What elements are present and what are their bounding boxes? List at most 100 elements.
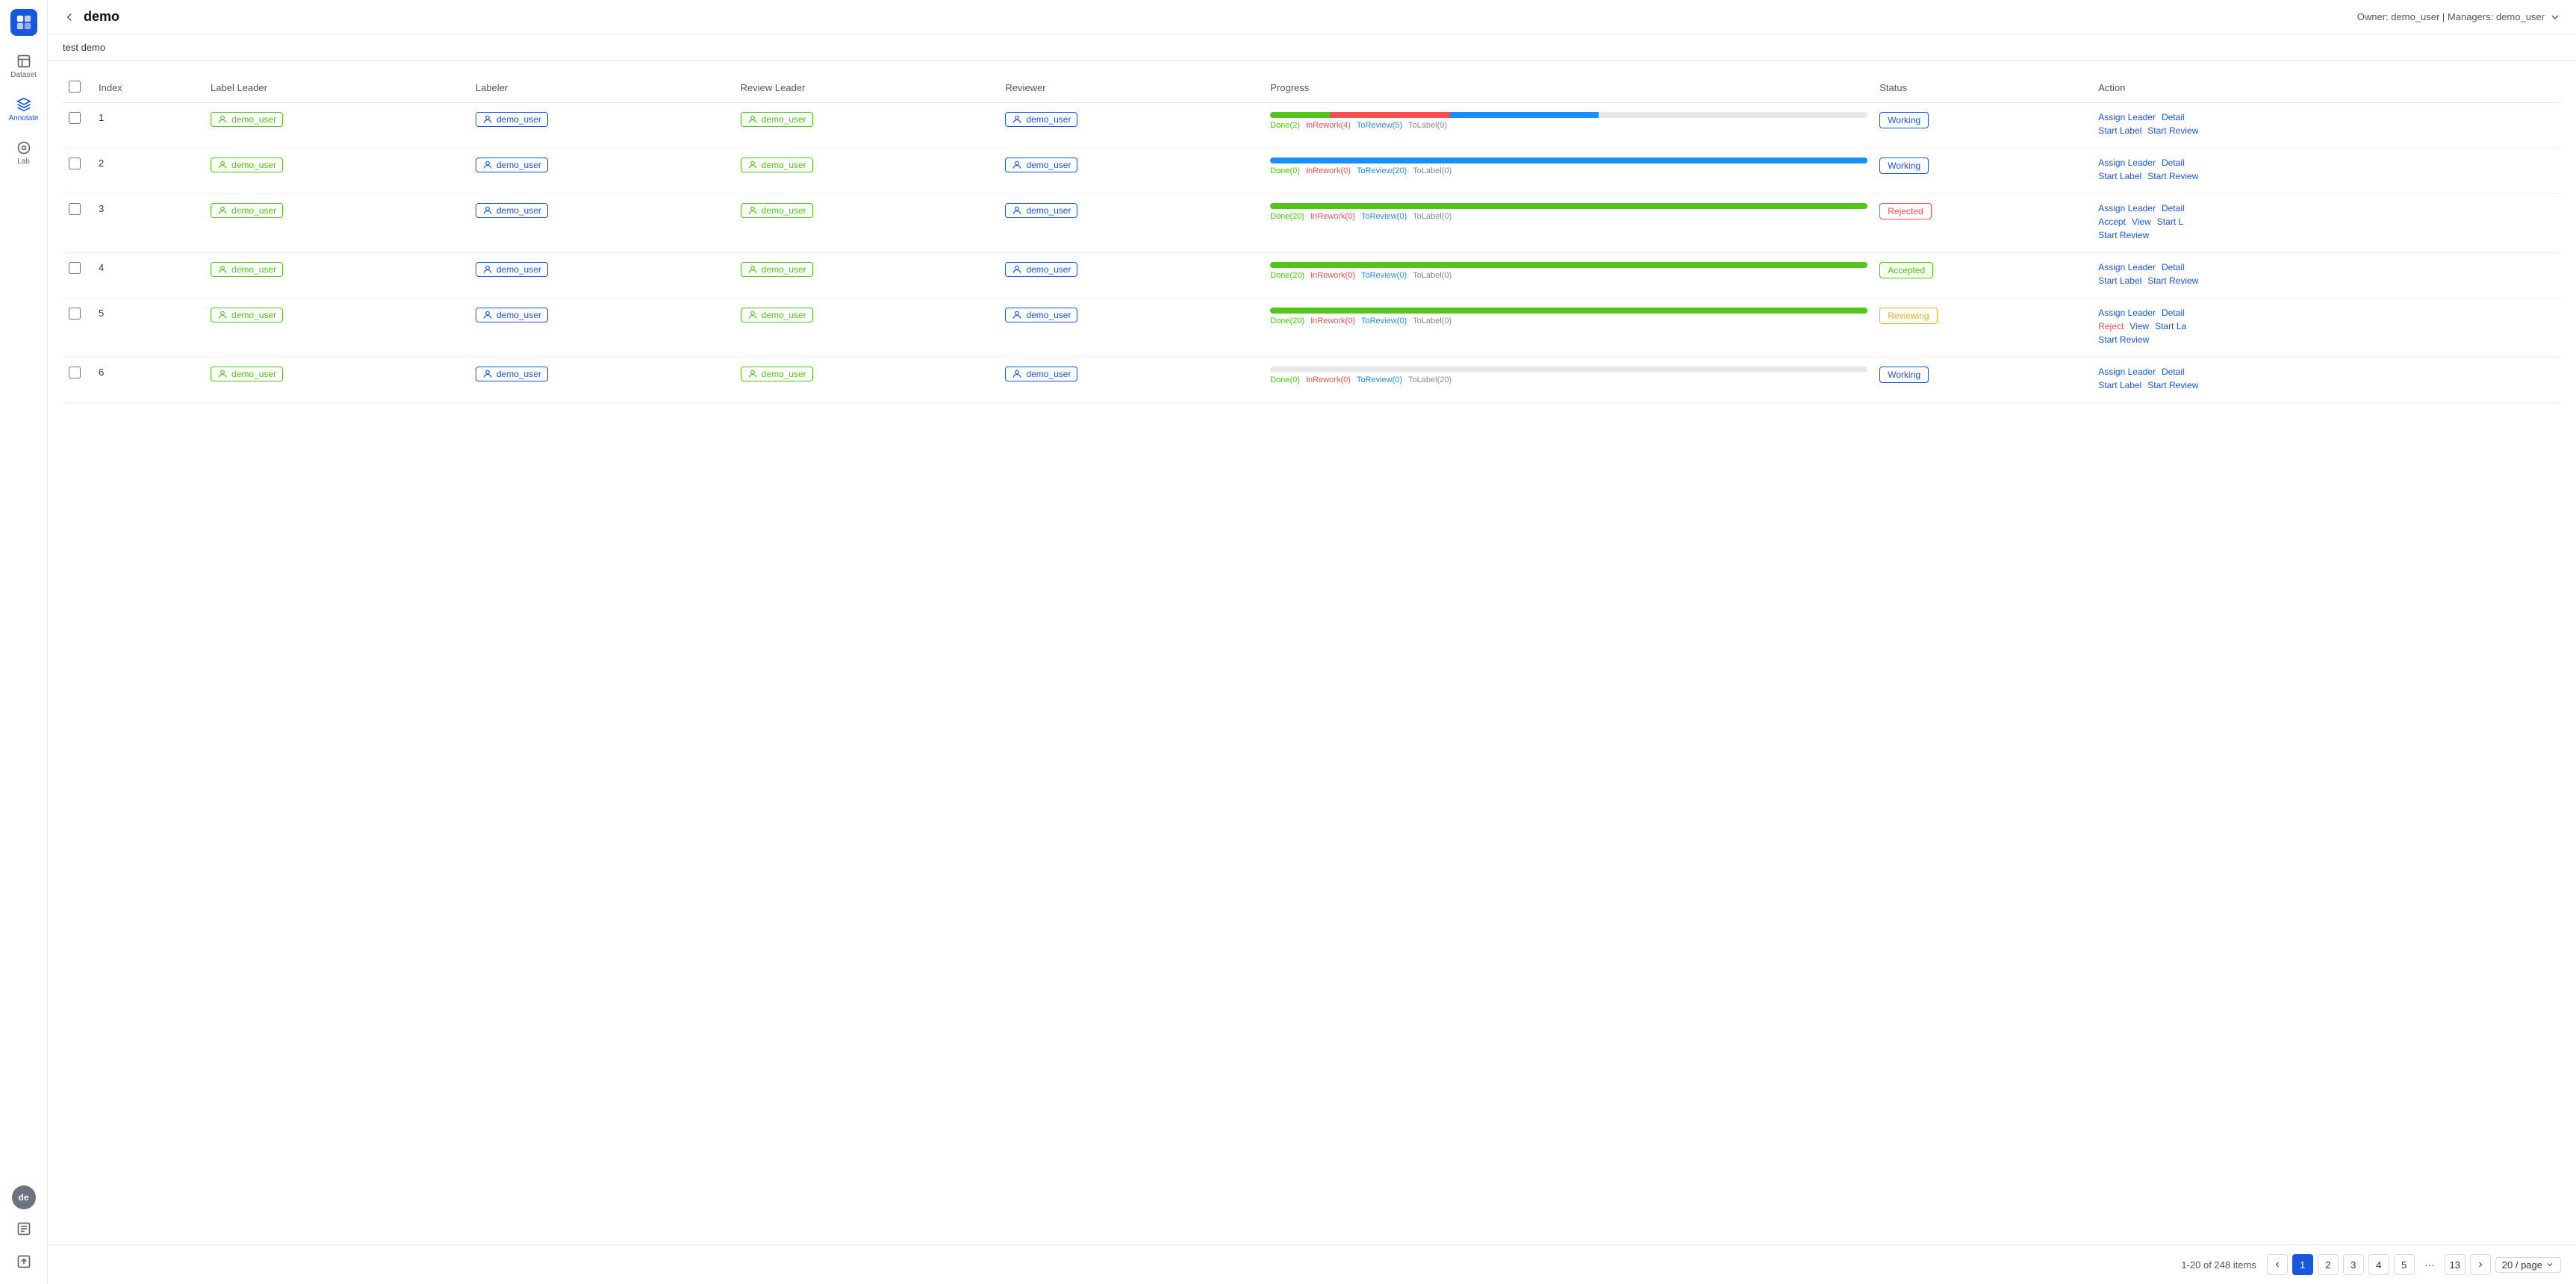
done-label: Done(0) [1270,166,1300,175]
table-row: 4 demo_user demo_user demo_user demo_use… [63,253,2561,299]
back-button[interactable] [63,10,76,24]
action-link[interactable]: Assign Leader [2098,203,2156,214]
progress-labels: Done(0) InRework(0) ToReview(20) ToLabel… [1270,166,1867,175]
row-checkbox[interactable] [69,308,81,320]
user-tag: demo_user [476,158,548,172]
pagination-summary: 1-20 of 248 items [2181,1259,2256,1271]
reviewer-cell: demo_user [999,253,1264,299]
user-icon [1012,310,1022,320]
user-tag: demo_user [741,158,813,172]
row-checkbox[interactable] [69,367,81,378]
header-owner-info[interactable]: Owner: demo_user | Managers: demo_user [2357,11,2561,23]
label-leader-cell: demo_user [205,358,470,403]
page-button-4[interactable]: 4 [2368,1254,2389,1275]
action-link[interactable]: Start Label [2098,380,2141,390]
page-button-1[interactable]: 1 [2292,1254,2313,1275]
action-link[interactable]: Detail [2162,308,2185,318]
rework-label: InRework(0) [1310,317,1355,325]
action-link[interactable]: Start Review [2147,171,2198,181]
action-link[interactable]: Detail [2162,367,2185,377]
action-link[interactable]: View [2132,216,2151,227]
prev-page-button[interactable] [2267,1254,2288,1275]
user-tag: demo_user [476,112,548,127]
col-reviewer: Reviewer [999,73,1264,103]
review-leader-cell: demo_user [735,253,1000,299]
action-link[interactable]: Start Review [2098,334,2149,345]
user-icon [747,160,758,170]
page-button-2[interactable]: 2 [2318,1254,2339,1275]
user-tag: demo_user [1005,158,1077,172]
status-badge: Accepted [1879,262,1933,278]
action-link[interactable]: Start Review [2147,380,2198,390]
action-link[interactable]: Assign Leader [2098,112,2156,122]
sidebar-item-export[interactable] [4,1248,43,1275]
progress-bar [1270,203,1867,209]
action-link[interactable]: Accept [2098,216,2126,227]
label-leader-cell: demo_user [205,103,470,149]
user-tag: demo_user [211,262,283,277]
action-link[interactable]: Assign Leader [2098,262,2156,272]
action-link[interactable]: Detail [2162,112,2185,122]
user-tag: demo_user [741,308,813,322]
select-all-checkbox[interactable] [69,81,81,93]
sidebar-item-lab-label: Lab [17,158,30,166]
progress-bar [1270,112,1867,118]
reviewer-cell: demo_user [999,358,1264,403]
sidebar-item-annotate[interactable]: Annotate [4,91,43,128]
tolabel-label: ToLabel(0) [1413,271,1452,280]
page-size-selector[interactable]: 20 / page [2495,1257,2561,1273]
sidebar-item-lab[interactable]: Lab [4,134,43,172]
action-link[interactable]: Start Review [2147,275,2198,286]
action-link[interactable]: Start Review [2098,230,2149,240]
user-tag: demo_user [211,308,283,322]
label-leader-cell: demo_user [205,253,470,299]
page-button-13[interactable]: 13 [2445,1254,2465,1275]
action-link[interactable]: Detail [2162,262,2185,272]
row-checkbox[interactable] [69,262,81,274]
table-container[interactable]: Index Label Leader Labeler Review Leader… [48,61,2576,1244]
sidebar-item-reports[interactable] [4,1215,43,1242]
action-link[interactable]: Detail [2162,158,2185,168]
sidebar-item-dataset[interactable]: Dataset [4,48,43,85]
action-link[interactable]: Start Label [2098,275,2141,286]
row-checkbox[interactable] [69,112,81,124]
chevron-down-icon [2549,11,2561,23]
action-link[interactable]: Start L [2157,216,2183,227]
page-button-3[interactable]: 3 [2343,1254,2364,1275]
owner-text: Owner: demo_user | Managers: demo_user [2357,11,2545,22]
select-all-header [63,73,93,103]
action-cell: Assign Leader Detail Start Label Start Revi… [2092,358,2561,403]
user-tag: demo_user [476,203,548,218]
page-size-label: 20 / page [2502,1259,2542,1271]
done-label: Done(20) [1270,212,1304,221]
action-link[interactable]: Reject [2098,321,2124,331]
action-link[interactable]: View [2129,321,2149,331]
reviewer-cell: demo_user [999,194,1264,253]
action-link[interactable]: Detail [2162,203,2185,214]
row-checkbox[interactable] [69,158,81,169]
action-link[interactable]: Start Label [2098,171,2141,181]
row-checkbox[interactable] [69,203,81,215]
user-icon [747,114,758,125]
page-button-5[interactable]: 5 [2394,1254,2415,1275]
progress-review [1449,112,1599,118]
row-index: 6 [93,358,205,403]
action-link[interactable]: Start Label [2098,125,2141,136]
table-row: 5 demo_user demo_user demo_user demo_use… [63,299,2561,358]
action-link[interactable]: Assign Leader [2098,158,2156,168]
action-link[interactable]: Start La [2155,321,2186,331]
action-link[interactable]: Assign Leader [2098,308,2156,318]
action-link[interactable]: Start Review [2147,125,2198,136]
app-logo[interactable] [10,9,37,36]
action-link[interactable]: Assign Leader [2098,367,2156,377]
sidebar: Dataset Annotate Lab de [0,0,48,1284]
sub-header: test demo [48,34,2576,61]
next-page-button[interactable] [2470,1254,2491,1275]
user-icon [217,264,228,275]
rework-label: InRework(4) [1306,121,1351,130]
tolabel-label: ToLabel(0) [1413,212,1452,221]
user-avatar[interactable]: de [12,1185,36,1209]
progress-done [1270,308,1867,314]
user-tag: demo_user [211,367,283,381]
row-index: 5 [93,299,205,358]
